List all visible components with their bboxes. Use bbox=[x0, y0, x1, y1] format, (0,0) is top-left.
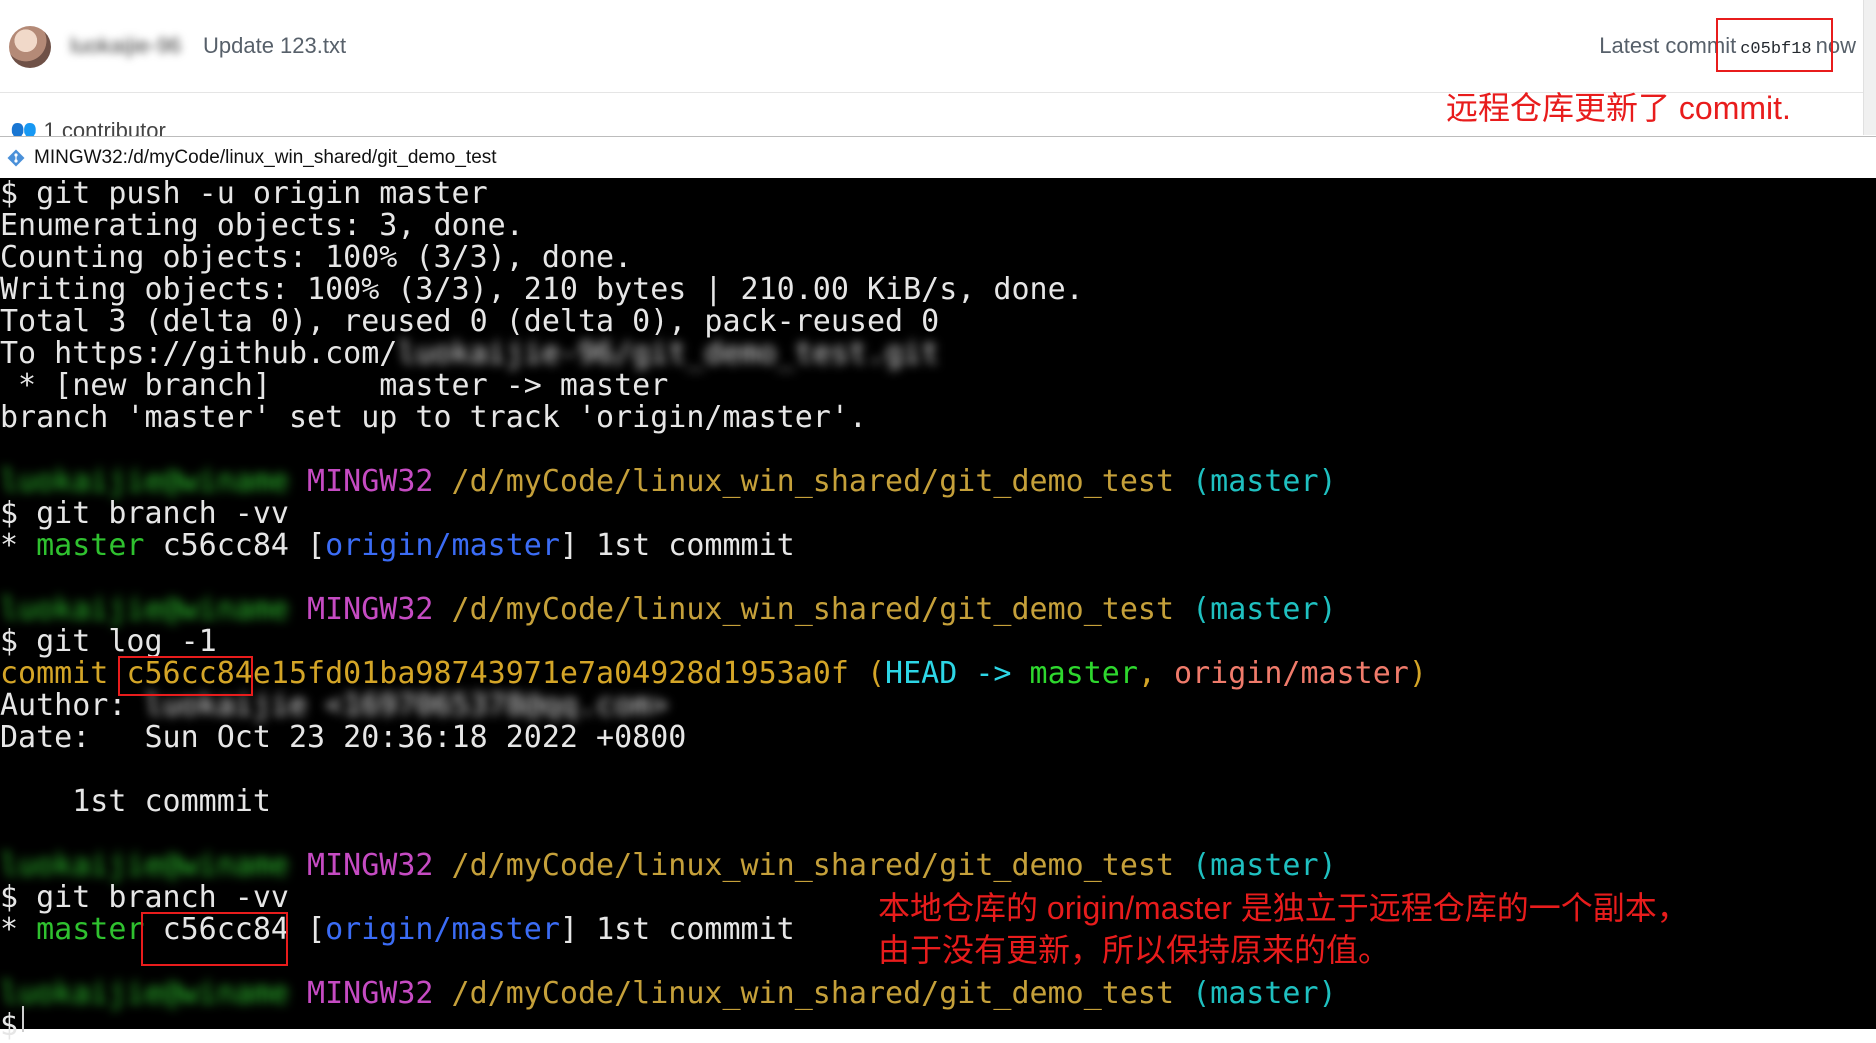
page-scrollbar[interactable] bbox=[1863, 0, 1876, 135]
bracket: ] bbox=[559, 528, 578, 563]
prompt-path: /d/myCode/linux_win_shared/git_demo_test bbox=[451, 976, 1175, 1011]
log-sha-highlight-box bbox=[118, 656, 253, 696]
branch-name: master bbox=[36, 528, 145, 563]
prompt-env: MINGW32 bbox=[307, 464, 434, 499]
text-cursor bbox=[22, 1006, 24, 1032]
prompt-user: luokaijie@winame bbox=[0, 592, 289, 627]
branch-output: * master c56cc84 [origin/master] 1st com… bbox=[0, 530, 795, 562]
terminal-titlebar[interactable]: MINGW32:/d/myCode/linux_win_shared/git_d… bbox=[0, 136, 1876, 179]
prompt-env: MINGW32 bbox=[307, 848, 434, 883]
final-prompt: $ bbox=[0, 1008, 37, 1043]
log-author-line: Author: luokaijie <1697065378@qq.com> bbox=[0, 690, 668, 722]
prompt-user: luokaijie@winame bbox=[0, 464, 289, 499]
git-bash-icon bbox=[7, 149, 25, 167]
push-command: $ git push -u origin master bbox=[0, 176, 488, 211]
latest-commit-bar: luokaijie-96 Update 123.txt Latest commi… bbox=[0, 0, 1876, 93]
branch-name: master bbox=[36, 912, 145, 947]
prompt-user: luokaijie@winame bbox=[0, 976, 289, 1011]
log-commit-sha-rest: e15fd01ba98743971e7a04928d1953a0f bbox=[252, 656, 849, 691]
remote-sha-highlight-box bbox=[1716, 18, 1833, 72]
prompt-branch: (master) bbox=[1192, 592, 1337, 627]
log-master: master bbox=[1029, 656, 1138, 691]
shell-prompt: luokaijie@winame MINGW32 /d/myCode/linux… bbox=[0, 850, 1337, 882]
push-url-prefix: To https://github.com/ bbox=[0, 336, 398, 371]
prompt-branch: (master) bbox=[1192, 976, 1337, 1011]
terminal-window-title: MINGW32:/d/myCode/linux_win_shared/git_d… bbox=[34, 147, 497, 168]
push-output-line: branch 'master' set up to track 'origin/… bbox=[0, 400, 867, 435]
prompt-path: /d/myCode/linux_win_shared/git_demo_test bbox=[451, 464, 1175, 499]
shell-prompt: luokaijie@winame MINGW32 /d/myCode/linux… bbox=[0, 594, 1337, 626]
bracket: [ bbox=[307, 528, 326, 563]
branch-message: 1st commmit bbox=[596, 912, 795, 947]
push-output-line: Total 3 (delta 0), reused 0 (delta 0), p… bbox=[0, 304, 940, 339]
log-origin: origin/master bbox=[1174, 656, 1409, 691]
log-command: $ git log -1 bbox=[0, 624, 217, 659]
branch-star: * bbox=[0, 528, 37, 563]
shell-prompt: luokaijie@winame MINGW32 /d/myCode/linux… bbox=[0, 978, 1337, 1010]
branch-command: $ git branch -vv bbox=[0, 496, 289, 531]
local-copy-note-line1: 本地仓库的 origin/master 是独立于远程仓库的一个副本， bbox=[878, 890, 1689, 926]
prompt-user: luokaijie@winame bbox=[0, 848, 289, 883]
log-commit-label: commit bbox=[0, 656, 127, 691]
bracket: ] bbox=[559, 912, 578, 947]
commit-author[interactable]: luokaijie-96 bbox=[70, 33, 181, 59]
prompt-path: /d/myCode/linux_win_shared/git_demo_test bbox=[451, 848, 1175, 883]
log-date-line: Date: Sun Oct 23 20:36:18 2022 +0800 bbox=[0, 720, 687, 755]
prompt-branch: (master) bbox=[1192, 848, 1337, 883]
shell-prompt: luokaijie@winame MINGW32 /d/myCode/linux… bbox=[0, 466, 1337, 498]
prompt-env: MINGW32 bbox=[307, 976, 434, 1011]
push-url-redacted: luokaijie-96/git_demo_test.git bbox=[397, 336, 940, 371]
push-output-line: Writing objects: 100% (3/3), 210 bytes |… bbox=[0, 272, 1084, 307]
prompt-path: /d/myCode/linux_win_shared/git_demo_test bbox=[451, 592, 1175, 627]
branch-message: 1st commmit bbox=[596, 528, 795, 563]
push-output-line: * [new branch] master -> master bbox=[0, 368, 669, 403]
remote-update-note: 远程仓库更新了 commit. bbox=[1446, 90, 1791, 126]
prompt-env: MINGW32 bbox=[307, 592, 434, 627]
branch-upstream: origin/master bbox=[325, 528, 560, 563]
push-output-url: To https://github.com/luokaijie-96/git_d… bbox=[0, 338, 939, 370]
branch-sha-highlight-box bbox=[141, 912, 288, 966]
push-output-line: Enumerating objects: 3, done. bbox=[0, 208, 524, 243]
branch-upstream: origin/master bbox=[325, 912, 560, 947]
log-author-label: Author: bbox=[0, 688, 127, 723]
branch-star: * bbox=[0, 912, 37, 947]
push-output-line: Counting objects: 100% (3/3), done. bbox=[0, 240, 633, 275]
commit-message[interactable]: Update 123.txt bbox=[203, 33, 346, 59]
log-head: HEAD -> bbox=[885, 656, 1030, 691]
bracket: [ bbox=[307, 912, 326, 947]
prompt-branch: (master) bbox=[1192, 464, 1337, 499]
branch-sha: c56cc84 bbox=[162, 528, 289, 563]
log-message: 1st commmit bbox=[0, 784, 271, 819]
avatar[interactable] bbox=[9, 26, 51, 68]
local-copy-note-line2: 由于没有更新，所以保持原来的值。 bbox=[878, 932, 1391, 968]
branch-output: * master c56cc84 [origin/master] 1st com… bbox=[0, 914, 795, 946]
branch-command: $ git branch -vv bbox=[0, 880, 289, 915]
